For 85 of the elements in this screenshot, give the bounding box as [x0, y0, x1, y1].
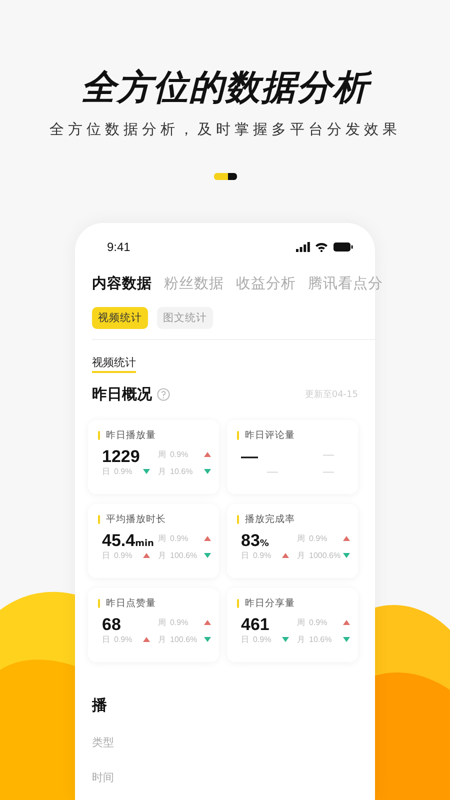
signal-icon: [296, 242, 310, 252]
metric-unit: min: [135, 539, 154, 549]
metric-label: 平均播放时长: [106, 513, 166, 526]
status-time: 9:41: [107, 240, 130, 254]
tab[interactable]: 粉丝数据: [164, 274, 224, 293]
tab[interactable]: 收益分析: [236, 274, 296, 293]
stat-label: 月: [158, 634, 166, 645]
stat-value: 100.6%: [170, 551, 198, 560]
down-triangle-icon: [343, 553, 350, 558]
metric-label: 昨日评论量: [245, 429, 295, 442]
section-title: 播: [92, 696, 108, 715]
stat-value: 0.9%: [253, 551, 272, 560]
overview-title: 昨日概况: [92, 385, 152, 404]
metric-label: 播放完成率: [245, 513, 295, 526]
stat-label: 日: [102, 550, 110, 561]
section-title: 视频统计: [92, 356, 136, 373]
metric-label: 昨日点赞量: [106, 597, 156, 610]
up-triangle-icon: [343, 536, 350, 541]
up-triangle-icon: [204, 620, 211, 625]
accent-bar: [98, 599, 100, 608]
accent-bar: [98, 431, 100, 440]
wifi-icon: [315, 242, 328, 252]
up-triangle-icon: [204, 536, 211, 541]
metric-label: 昨日分享量: [245, 597, 295, 610]
stat-value: 0.9%: [114, 635, 132, 644]
stat-value: 0.9%: [114, 467, 132, 476]
stat-value: 0.9%: [170, 618, 188, 627]
stat-label: 月: [158, 550, 166, 561]
metric-value: —: [241, 447, 258, 467]
metric-value: 68: [102, 615, 121, 635]
stat-label: 日: [241, 550, 249, 561]
accent-bar: [98, 515, 100, 524]
filter-label: 时间: [92, 770, 115, 785]
filter-chip[interactable]: 视频统计: [92, 307, 148, 329]
metric-label: 昨日播放量: [106, 429, 156, 442]
stat-label: 月: [158, 466, 166, 477]
filter-chip[interactable]: 图文统计: [157, 307, 213, 329]
stat-label: 日: [241, 634, 249, 645]
stat-value: 0.9%: [253, 635, 272, 644]
down-triangle-icon: [204, 637, 211, 642]
stat-label: 日: [102, 466, 110, 477]
stat-value: 1000.6%: [309, 551, 341, 560]
metric-value: 461: [241, 615, 270, 635]
up-triangle-icon: [282, 553, 289, 558]
filter-label: 类型: [92, 735, 115, 750]
help-icon[interactable]: [157, 388, 170, 401]
up-triangle-icon: [204, 452, 211, 457]
tab[interactable]: 腾讯看点分: [308, 274, 383, 293]
up-triangle-icon: [143, 553, 150, 558]
up-triangle-icon: [143, 637, 150, 642]
accent-bar: [237, 431, 239, 440]
stat-value: —: [322, 448, 334, 460]
up-triangle-icon: [343, 620, 350, 625]
stat-value: 0.9%: [309, 618, 328, 627]
down-triangle-icon: [204, 469, 211, 474]
down-triangle-icon: [204, 553, 211, 558]
stat-value: —: [266, 466, 278, 478]
stat-value: 0.9%: [114, 551, 132, 560]
stat-label: 周: [158, 449, 166, 460]
accent-bar: [237, 599, 239, 608]
stat-value: 0.9%: [309, 534, 328, 543]
down-triangle-icon: [282, 637, 289, 642]
accent-bar: [237, 515, 239, 524]
metric-value: 83: [241, 531, 260, 551]
metric-value: 1229: [102, 447, 140, 467]
metric-value: 45.4: [102, 531, 136, 551]
stat-label: 周: [297, 533, 305, 544]
metric-unit: %: [260, 539, 269, 549]
stat-value: 0.9%: [170, 534, 188, 543]
down-triangle-icon: [143, 469, 150, 474]
stat-label: 月: [297, 634, 305, 645]
down-triangle-icon: [343, 637, 350, 642]
stat-value: 0.9%: [170, 450, 188, 459]
stat-label: 周: [158, 533, 166, 544]
stat-value: —: [322, 466, 334, 478]
stat-label: 日: [102, 634, 110, 645]
stat-value: 100.6%: [170, 635, 198, 644]
stat-label: 周: [158, 617, 166, 628]
stat-label: 周: [297, 617, 305, 628]
stat-value: 10.6%: [170, 467, 193, 476]
stat-value: 10.6%: [309, 635, 332, 644]
stat-label: 月: [297, 550, 305, 561]
subtitle: 全方位数据分析，及时掌握多平台分发效果: [49, 120, 401, 139]
tab[interactable]: 内容数据: [92, 274, 152, 293]
battery-icon: [333, 242, 353, 252]
